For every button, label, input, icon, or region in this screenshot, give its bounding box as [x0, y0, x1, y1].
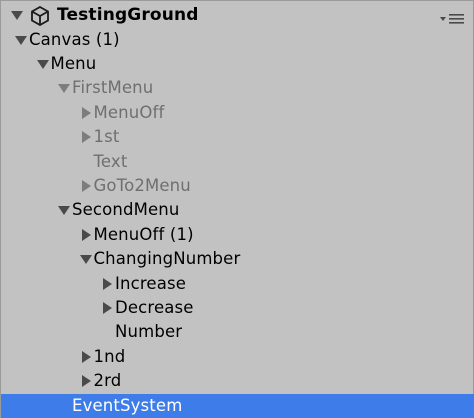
hierarchy-item[interactable]: 2rd [1, 369, 474, 393]
expanded-arrow-icon[interactable] [79, 252, 93, 266]
hierarchy-item-label: Decrease [115, 297, 194, 317]
hierarchy-item-label: GoTo2Menu [93, 175, 191, 195]
hierarchy-item-label: Number [115, 322, 183, 342]
expanded-arrow-icon[interactable] [36, 57, 50, 71]
options-menu-icon[interactable] [439, 10, 465, 24]
hierarchy-item-label: Menu [50, 53, 97, 73]
hierarchy-item[interactable]: 1st [1, 125, 474, 149]
expanded-arrow-icon[interactable] [14, 33, 28, 47]
hierarchy-item-label: 2rd [93, 371, 122, 391]
hierarchy-item-label: MenuOff [93, 102, 165, 122]
collapsed-arrow-icon[interactable] [79, 228, 93, 242]
hierarchy-item[interactable]: MenuOff (1) [1, 223, 474, 247]
hierarchy-item[interactable]: Number [1, 320, 474, 344]
hierarchy-item[interactable]: SecondMenu [1, 198, 474, 222]
collapsed-arrow-icon[interactable] [79, 106, 93, 120]
hierarchy-item[interactable]: Increase [1, 272, 474, 296]
hierarchy-panel: TestingGround Canvas (1) Menu FirstMenu Men… [0, 0, 474, 418]
collapsed-arrow-icon[interactable] [79, 130, 93, 144]
hierarchy-item[interactable]: EventSystem [1, 393, 474, 418]
hierarchy-item-label: Canvas (1) [29, 29, 120, 49]
hierarchy-item-label: 1nd [93, 346, 126, 366]
collapsed-arrow-icon[interactable] [79, 179, 93, 193]
hierarchy-item[interactable]: 1nd [1, 345, 474, 369]
hierarchy-item-label: EventSystem [72, 395, 183, 415]
hierarchy-item[interactable]: Menu [1, 52, 474, 76]
hierarchy-item-label: FirstMenu [72, 78, 154, 98]
collapsed-arrow-icon[interactable] [79, 374, 93, 388]
expanded-arrow-icon[interactable] [57, 81, 71, 95]
hierarchy-item[interactable]: Text [1, 150, 474, 174]
hierarchy-item[interactable]: FirstMenu [1, 76, 474, 100]
collapsed-arrow-icon[interactable] [79, 350, 93, 364]
hierarchy-item-label: Increase [115, 273, 187, 293]
hierarchy-item[interactable]: Canvas (1) [1, 28, 474, 52]
hierarchy-item-label: Text [93, 151, 128, 171]
scene-header-row[interactable]: TestingGround [1, 3, 474, 27]
unity-scene-icon [30, 5, 50, 27]
hierarchy-item-label: SecondMenu [72, 200, 180, 220]
hierarchy-item[interactable]: MenuOff [1, 101, 474, 125]
hierarchy-item-label: ChangingNumber [93, 249, 241, 269]
scene-name: TestingGround [57, 5, 199, 25]
hierarchy-item[interactable]: ChangingNumber [1, 247, 474, 271]
collapsed-arrow-icon[interactable] [100, 301, 114, 315]
expanded-arrow-icon[interactable] [57, 203, 71, 217]
hierarchy-item[interactable]: GoTo2Menu [1, 174, 474, 198]
hierarchy-item-label: 1st [93, 127, 120, 147]
hierarchy-item[interactable]: Decrease [1, 296, 474, 320]
scene-expand-arrow-icon[interactable] [10, 8, 24, 22]
hierarchy-item-label: MenuOff (1) [93, 224, 194, 244]
collapsed-arrow-icon[interactable] [100, 277, 114, 291]
